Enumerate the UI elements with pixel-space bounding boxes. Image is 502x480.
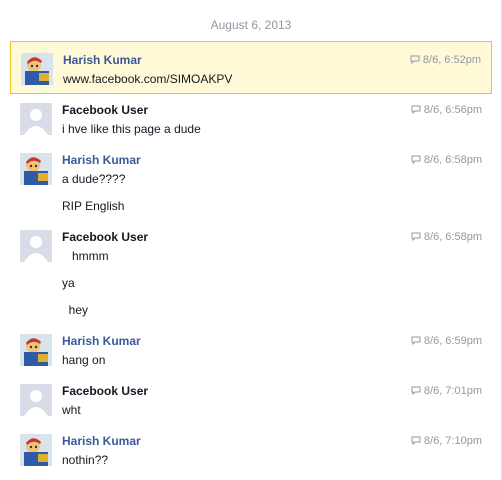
sender-name[interactable]: Harish Kumar xyxy=(63,53,142,67)
timestamp-text: 8/6, 7:10pm xyxy=(423,435,482,447)
avatar-harish[interactable] xyxy=(20,334,52,366)
speech-bubble-icon xyxy=(411,336,421,345)
timestamp: 8/6, 6:58pm xyxy=(411,231,482,243)
sender-name[interactable]: Facebook User xyxy=(62,230,148,244)
timestamp-text: 8/6, 7:01pm xyxy=(423,385,482,397)
speech-bubble-icon xyxy=(411,155,421,164)
timestamp-text: 8/6, 6:52pm xyxy=(422,54,481,66)
message-text: a dude???? xyxy=(62,172,126,186)
date-header: August 6, 2013 xyxy=(210,18,292,32)
speech-bubble-icon xyxy=(411,232,421,241)
message-text: i hve like this page a dude xyxy=(62,122,201,136)
avatar-facebook-user[interactable] xyxy=(20,230,52,262)
timestamp: 8/6, 6:58pm xyxy=(411,154,482,166)
message-group: Facebook User 8/6, 6:58pm hmmm ya hey xyxy=(10,223,492,323)
timestamp-text: 8/6, 6:59pm xyxy=(423,335,482,347)
avatar-harish[interactable] xyxy=(21,53,53,85)
timestamp: 8/6, 6:56pm xyxy=(411,104,482,116)
timestamp: 8/6, 6:52pm xyxy=(410,54,481,66)
avatar-harish[interactable] xyxy=(20,153,52,185)
timestamp: 8/6, 7:10pm xyxy=(411,435,482,447)
speech-bubble-icon xyxy=(411,436,421,445)
speech-bubble-icon xyxy=(410,55,420,64)
message-group: Harish Kumar 8/6, 6:52pm www.facebook.co… xyxy=(10,41,492,94)
message-group: Harish Kumar 8/6, 6:59pm hang on xyxy=(10,327,492,375)
message-group: Harish Kumar 8/6, 6:58pm a dude???? RIP … xyxy=(10,146,492,220)
message-text: hey xyxy=(62,303,89,317)
message-group: Facebook User 8/6, 6:56pm i hve like thi… xyxy=(10,96,492,144)
sender-name[interactable]: Facebook User xyxy=(62,384,148,398)
message-text: www.facebook.com/SIMOAKPV xyxy=(63,72,233,86)
sender-name[interactable]: Facebook User xyxy=(62,103,148,117)
message-text: hmmm xyxy=(62,249,109,263)
message-text: ya xyxy=(62,276,75,290)
sender-name[interactable]: Harish Kumar xyxy=(62,434,141,448)
speech-bubble-icon xyxy=(411,105,421,114)
sender-name[interactable]: Harish Kumar xyxy=(62,334,141,348)
timestamp: 8/6, 7:01pm xyxy=(411,385,482,397)
message-text: hang on xyxy=(62,353,106,367)
message-text: wht xyxy=(62,403,81,417)
timestamp-text: 8/6, 6:58pm xyxy=(423,231,482,243)
message-text: nothin?? xyxy=(62,453,109,467)
timestamp-text: 8/6, 6:56pm xyxy=(423,104,482,116)
avatar-facebook-user[interactable] xyxy=(20,384,52,416)
avatar-harish[interactable] xyxy=(20,434,52,466)
speech-bubble-icon xyxy=(411,386,421,395)
avatar-facebook-user[interactable] xyxy=(20,103,52,135)
message-text: RIP English xyxy=(62,199,125,213)
sender-name[interactable]: Harish Kumar xyxy=(62,153,141,167)
message-group: Facebook User 8/6, 7:01pm wht xyxy=(10,377,492,425)
timestamp-text: 8/6, 6:58pm xyxy=(423,154,482,166)
timestamp: 8/6, 6:59pm xyxy=(411,335,482,347)
message-group: Harish Kumar 8/6, 7:10pm nothin?? xyxy=(10,427,492,475)
